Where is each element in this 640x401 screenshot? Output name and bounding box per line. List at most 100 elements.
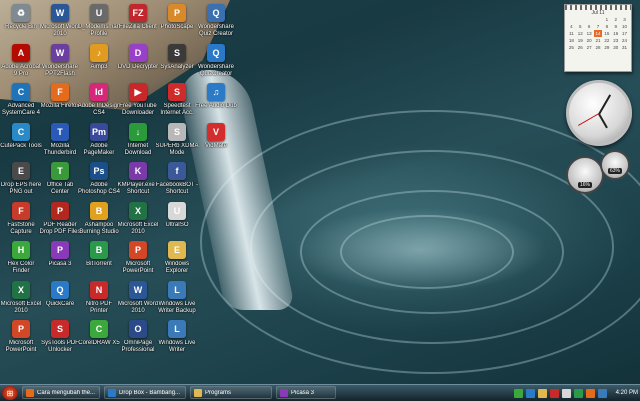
- desktop-icon[interactable]: O OmniPage Professional: [117, 317, 159, 357]
- desktop-icon-label: Microsoft Word 2010: [117, 300, 159, 314]
- clock-second-hand: [577, 113, 600, 126]
- tray-icon[interactable]: [549, 388, 559, 398]
- desktop-icon[interactable]: P Picasa 3: [39, 238, 81, 278]
- taskbar-clock[interactable]: 4:20 PM: [616, 390, 638, 396]
- desktop-icon[interactable]: X Microsoft Excel 2010: [0, 278, 42, 318]
- app-icon: X: [129, 201, 147, 220]
- ram-percent: 63%: [607, 168, 622, 174]
- desktop-icon[interactable]: f FacebookBOT - Shortcut: [156, 159, 198, 199]
- desktop-icon[interactable]: F Mozilla Firefox: [39, 80, 81, 120]
- desktop-icon[interactable]: ↓ Internet Download: [117, 120, 159, 160]
- clock-gadget[interactable]: [566, 80, 632, 146]
- app-icon: O: [129, 320, 147, 338]
- desktop-icon[interactable]: E Windows Explorer: [156, 238, 198, 278]
- desktop-icon[interactable]: ♪ Aimp3: [78, 41, 120, 81]
- taskbar-button[interactable]: Drop Box - Bambang...: [104, 386, 186, 399]
- desktop-icon[interactable]: A Adobe Acrobat 9 Pro: [0, 41, 42, 81]
- calendar-day: 12: [577, 31, 583, 36]
- desktop-icon[interactable]: C CorelDRAW X5: [78, 317, 120, 357]
- cpu-meter-gadget[interactable]: 16% 63%: [566, 150, 630, 194]
- calendar-day: 20: [586, 38, 592, 43]
- start-button[interactable]: ⊞: [2, 386, 18, 400]
- desktop-icon[interactable]: P Microsoft PowerPoint: [0, 317, 42, 357]
- desktop-icon[interactable]: Q QuickCare: [39, 278, 81, 318]
- desktop-icon[interactable]: S SUPERb XDMA Mode: [155, 120, 199, 160]
- calendar-day: 1: [605, 17, 609, 22]
- calendar-day: 22: [604, 38, 610, 43]
- app-icon: E: [168, 241, 186, 259]
- desktop-icon[interactable]: X Microsoft Excel 2010: [117, 199, 159, 239]
- desktop-icon[interactable]: W Wondershare PPT2Flash: [39, 41, 81, 81]
- desktop-icon: [195, 199, 237, 239]
- desktop-icon-label: Ashampoo Burning Studio: [79, 221, 119, 235]
- desktop-icon[interactable]: L Windows Live Writer: [156, 317, 198, 357]
- tray-icon[interactable]: [597, 388, 607, 398]
- taskbar-app-icon: [194, 388, 202, 397]
- desktop-icon[interactable]: S SysAnalyzer: [156, 41, 198, 81]
- desktop-icon[interactable]: Q Wondershare Quiz Creator: [195, 1, 237, 41]
- desktop-icon[interactable]: T Office Tab Center: [39, 159, 81, 199]
- desktop-icon[interactable]: T Mozilla Thunderbird: [39, 120, 81, 160]
- desktop-icon[interactable]: L Windows Live Writer Backup: [156, 278, 198, 318]
- app-icon: W: [51, 43, 69, 62]
- taskbar-button[interactable]: Programs: [190, 386, 272, 399]
- desktop-icon-label: Windows Explorer: [164, 261, 190, 274]
- desktop-icon[interactable]: ♻ Recycle Bin: [0, 1, 42, 41]
- desktop-icon[interactable]: H Hex Color Finder: [0, 238, 42, 278]
- calendar-gadget[interactable]: Jul 11 1 2 3 4 5 6 7 8 9 10 11 12 13 14 15 16 17 18 19 20 21…: [564, 4, 632, 72]
- app-icon: H: [12, 241, 30, 259]
- desktop-icon[interactable]: D DVD Decrypter: [117, 41, 159, 81]
- desktop-icon[interactable]: E Drop EPS here PNG out: [0, 159, 42, 199]
- calendar-day: 2: [614, 17, 617, 22]
- desktop-icon-label: Wondershare PPT2Flash: [42, 63, 78, 77]
- desktop-icon[interactable]: Ps Adobe Photoshop CS4: [78, 159, 120, 199]
- desktop-icon-label: Microsoft Word 2010: [39, 24, 81, 37]
- desktop-icon-label: PhotoScape: [160, 24, 194, 30]
- app-icon: ♻: [12, 4, 30, 22]
- desktop-icon[interactable]: K KMPlayer.exe - Shortcut: [117, 159, 159, 199]
- taskbar-button[interactable]: Cara mengubah the...: [22, 386, 100, 399]
- desktop-icon-label: FileZilla Client: [119, 24, 157, 30]
- desktop-icon[interactable]: C Advanced SystemCare 4: [0, 80, 42, 120]
- tray-icon[interactable]: [573, 388, 583, 398]
- desktop-icon[interactable]: ♫ Free Audio Dub: [195, 80, 237, 120]
- clock-hour-hand: [598, 113, 608, 129]
- desktop-icon[interactable]: FZ FileZilla Client: [117, 1, 159, 41]
- desktop-icon[interactable]: B Ashampoo Burning Studio: [78, 199, 120, 239]
- app-icon: S: [168, 83, 186, 101]
- tray-icon[interactable]: [513, 388, 523, 398]
- calendar-day: 18: [568, 38, 574, 43]
- app-icon: P: [51, 201, 69, 220]
- tray-icon[interactable]: [561, 388, 571, 398]
- desktop-icon[interactable]: W Microsoft Word 2010: [117, 278, 159, 318]
- taskbar-button[interactable]: Picasa 3: [276, 386, 336, 399]
- desktop-icon[interactable]: U U_Modemsmart Profile: [78, 1, 120, 41]
- desktop-icon-label: KMPlayer.exe - Shortcut: [117, 182, 159, 195]
- desktop-icon[interactable]: P Microsoft PowerPoint: [117, 238, 159, 278]
- desktop-icon[interactable]: Q Wondershare QuizCreator: [195, 41, 237, 81]
- desktop-icon[interactable]: P PDF Reader Drop PDF Files: [39, 199, 81, 239]
- desktop-icon-label: Wondershare QuizCreator: [198, 63, 234, 77]
- desktop-icon[interactable]: P PhotoScape: [156, 1, 198, 41]
- tray-icon[interactable]: [585, 388, 595, 398]
- desktop-icon[interactable]: B BitTorrent: [78, 238, 120, 278]
- desktop-icon[interactable]: W Microsoft Word 2010: [39, 1, 81, 41]
- desktop-icon[interactable]: S Speedtest Internet Acc.: [156, 80, 198, 120]
- desktop-icon-label: Microsoft Excel 2010: [117, 221, 159, 235]
- desktop-icon[interactable]: Id Adobe InDesign CS4: [78, 80, 120, 120]
- tray-icon[interactable]: [537, 388, 547, 398]
- desktop-icon[interactable]: S SysTools PDF Unlocker: [39, 317, 81, 357]
- tray-icon[interactable]: [525, 388, 535, 398]
- desktop-icon[interactable]: ▶ Free YouTube Downloader: [117, 80, 159, 120]
- desktop-icon-label: FacebookBOT - Shortcut: [155, 182, 199, 195]
- desktop-icon[interactable]: F FastStone Capture: [0, 199, 42, 239]
- calendar-day: 30: [613, 45, 619, 50]
- app-icon: Pm: [90, 122, 108, 141]
- desktop-icon[interactable]: Pm Adobe PageMaker: [78, 120, 120, 160]
- desktop-icon[interactable]: N Nitro PDF Printer: [78, 278, 120, 318]
- desktop-icon[interactable]: V VidMate: [195, 120, 237, 160]
- app-icon: T: [51, 162, 69, 180]
- desktop-icon[interactable]: C CutePack Tools: [0, 120, 42, 160]
- desktop-icon[interactable]: U UltraISO: [156, 199, 198, 239]
- taskbar-app-icon: [26, 388, 34, 397]
